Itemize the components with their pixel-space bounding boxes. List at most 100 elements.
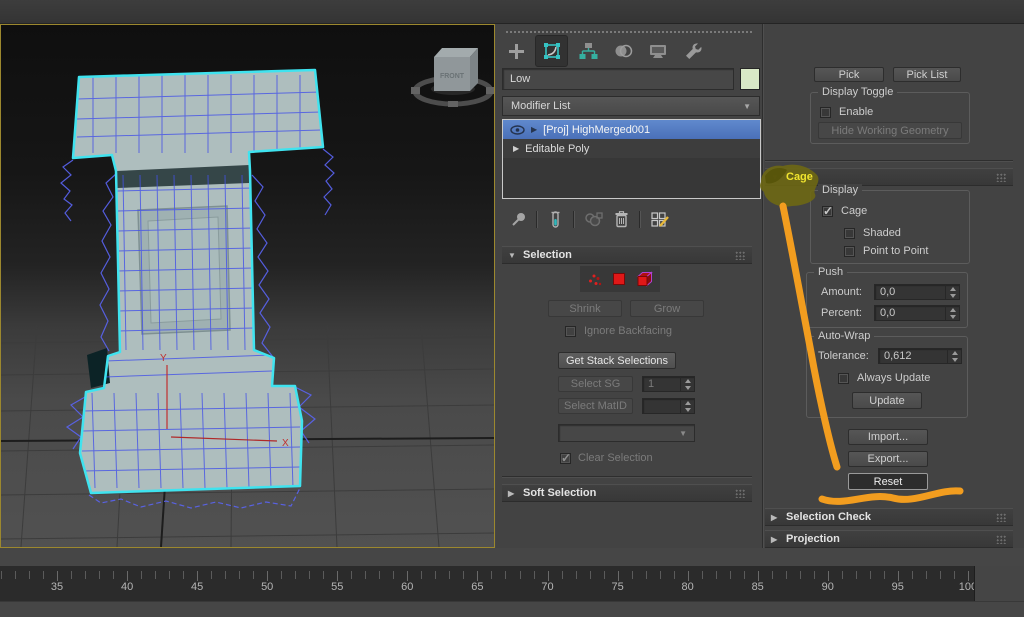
import-button[interactable]: Import... <box>848 429 928 445</box>
rollout-grip-icon[interactable] <box>735 489 746 498</box>
viewcube[interactable]: FRONT <box>411 48 494 107</box>
wrench-icon <box>683 41 703 61</box>
ignore-backfacing-label: Ignore Backfacing <box>584 325 672 337</box>
tab-display[interactable] <box>642 36 673 66</box>
spinner-arrows-icon[interactable] <box>945 306 959 320</box>
tolerance-label: Tolerance: <box>818 350 869 362</box>
expand-icon: ▶ <box>771 535 779 544</box>
eye-icon[interactable] <box>510 125 525 135</box>
main-window: Y X FRONT <box>0 0 1024 617</box>
chevron-down-icon: ▼ <box>679 429 687 438</box>
matid-spinner[interactable] <box>642 398 695 414</box>
face-subobject-icon[interactable] <box>612 272 626 286</box>
viewport[interactable]: Y X FRONT <box>0 24 495 548</box>
soft-selection-title: Soft Selection <box>523 487 596 499</box>
sg-spinner[interactable]: 1 <box>642 376 695 392</box>
rollout-groove <box>502 476 752 478</box>
always-update-label: Always Update <box>857 372 930 384</box>
toolbar-separator <box>573 211 575 228</box>
selection-rollout-header[interactable]: ▼ Selection <box>502 246 752 264</box>
export-button[interactable]: Export... <box>848 451 928 467</box>
remove-modifier-trash-icon[interactable] <box>613 210 630 228</box>
timeline-frame-label: 90 <box>822 581 834 593</box>
object-name-input[interactable]: Low <box>502 68 734 90</box>
timeline-ruler-end <box>975 566 1024 601</box>
percent-spinner[interactable]: 0,0 <box>874 305 960 321</box>
track-bar[interactable] <box>0 548 1024 566</box>
named-selection-dropdown[interactable]: ▼ <box>558 424 695 442</box>
tab-utilities[interactable] <box>677 36 708 66</box>
amount-spinner[interactable]: 0,0 <box>874 284 960 300</box>
modifier-list-label: Modifier List <box>511 100 570 112</box>
spinner-arrows-icon[interactable] <box>680 399 694 413</box>
reset-button[interactable]: Reset <box>848 473 928 490</box>
tab-motion[interactable] <box>607 36 638 66</box>
configure-modifier-sets-icon[interactable] <box>650 210 670 228</box>
timeline-frame-label: 95 <box>892 581 904 593</box>
toolbar-separator <box>536 211 538 228</box>
panel-drag-handle[interactable] <box>506 31 752 33</box>
rollout-grip-icon[interactable] <box>996 535 1007 544</box>
timeline-frame-label: 55 <box>331 581 343 593</box>
modifier-stack: ▶ [Proj] HighMerged001 ▶ Editable Poly <box>502 119 761 199</box>
expand-arrow-icon[interactable]: ▶ <box>513 144 519 153</box>
command-panel-tabs <box>500 35 760 67</box>
object-color-swatch[interactable] <box>740 68 760 90</box>
axis-x-label: X <box>282 438 289 449</box>
soft-selection-rollout-header[interactable]: ▶ Soft Selection <box>502 484 752 502</box>
stack-item-editable-poly[interactable]: ▶ Editable Poly <box>503 139 760 158</box>
rollout-grip-icon[interactable] <box>735 251 746 260</box>
shrink-button[interactable]: Shrink <box>548 300 622 317</box>
spinner-arrows-icon[interactable] <box>945 285 959 299</box>
spinner-arrows-icon[interactable] <box>947 349 961 363</box>
get-stack-selections-button[interactable]: Get Stack Selections <box>558 352 676 369</box>
grow-button[interactable]: Grow <box>630 300 704 317</box>
pick-list-button[interactable]: Pick List <box>893 67 961 82</box>
rollout-grip-icon[interactable] <box>996 173 1007 182</box>
rollout-grip-icon[interactable] <box>996 513 1007 522</box>
top-bar <box>0 0 1024 24</box>
pin-stack-icon[interactable] <box>510 211 527 228</box>
pedestal-model <box>61 70 334 508</box>
select-matid-button[interactable]: Select MatID <box>558 398 633 414</box>
projection-rollout-title: Projection <box>786 533 840 545</box>
update-button[interactable]: Update <box>852 392 922 409</box>
element-subobject-icon[interactable] <box>636 271 653 287</box>
selection-check-rollout-header[interactable]: ▶ Selection Check <box>765 508 1013 526</box>
point-to-point-label: Point to Point <box>863 245 928 257</box>
tab-hierarchy[interactable] <box>572 36 603 66</box>
cage-rollout-header[interactable]: ▼ Cage <box>765 168 1013 186</box>
stack-toolbar <box>502 204 761 234</box>
shaded-checkbox[interactable] <box>844 228 855 239</box>
expand-icon: ▶ <box>771 513 779 522</box>
tab-modify[interactable] <box>535 35 568 67</box>
clear-selection-label: Clear Selection <box>578 452 653 464</box>
timeline-frame-label: 65 <box>471 581 483 593</box>
modifier-list-dropdown[interactable]: Modifier List ▼ <box>502 96 760 116</box>
point-to-point-checkbox[interactable] <box>844 246 855 257</box>
shaded-label: Shaded <box>863 227 901 239</box>
enable-checkbox[interactable] <box>820 107 831 118</box>
vertex-subobject-icon[interactable] <box>587 272 602 287</box>
timeline-frame-label: 80 <box>681 581 693 593</box>
timeline-ruler[interactable]: 35404550556065707580859095100 <box>0 566 975 601</box>
expand-arrow-icon[interactable]: ▶ <box>531 125 537 134</box>
always-update-checkbox[interactable] <box>838 373 849 384</box>
cage-checkbox-label: Cage <box>841 205 867 217</box>
show-end-result-icon[interactable] <box>547 211 564 228</box>
tab-create[interactable] <box>500 36 531 66</box>
spinner-arrows-icon[interactable] <box>680 377 694 391</box>
tolerance-spinner[interactable]: 0,612 <box>878 348 962 364</box>
stack-item-label: Editable Poly <box>525 143 589 155</box>
pick-button[interactable]: Pick <box>814 67 884 82</box>
timeline-frame-label: 45 <box>191 581 203 593</box>
projection-rollout-header[interactable]: ▶ Projection <box>765 530 1013 548</box>
hide-working-geometry-button[interactable]: Hide Working Geometry <box>818 122 962 139</box>
cage-checkbox[interactable] <box>822 206 833 217</box>
clear-selection-checkbox[interactable] <box>560 453 571 464</box>
ignore-backfacing-checkbox[interactable] <box>565 326 576 337</box>
make-unique-icon[interactable] <box>584 211 604 228</box>
select-sg-button[interactable]: Select SG <box>558 376 633 392</box>
display-group-title: Display <box>818 184 862 196</box>
stack-item-projection[interactable]: ▶ [Proj] HighMerged001 <box>503 120 760 139</box>
